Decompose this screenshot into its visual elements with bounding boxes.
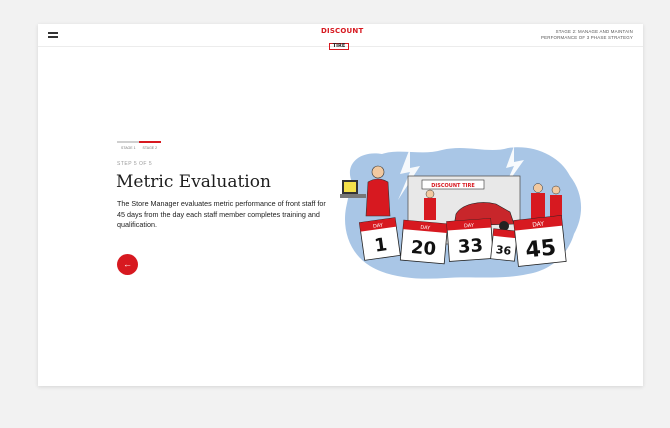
svg-text:DAY: DAY bbox=[464, 223, 475, 230]
store-sign-text: DISCOUNT TIRE bbox=[431, 183, 475, 189]
calendar-day-33: 33 bbox=[457, 235, 483, 258]
progress-track bbox=[117, 141, 161, 143]
page-title: Metric Evaluation bbox=[116, 172, 271, 192]
logo-text-top: DISCOUNT bbox=[321, 27, 364, 35]
logo-text-bottom: TIRE bbox=[328, 43, 350, 50]
stage-label-1[interactable]: STAGE 1 bbox=[121, 146, 136, 150]
progress-fill bbox=[139, 141, 161, 143]
calendar-day-36: 36 bbox=[495, 243, 512, 258]
calendar-page-1: DAY 1 bbox=[358, 217, 401, 261]
calendar-page-45: DAY 45 bbox=[513, 215, 567, 267]
arrow-left-icon: ← bbox=[123, 259, 132, 269]
content-card: DISCOUNT TIRE STAGE 2: MANAGE AND MAINTA… bbox=[38, 24, 643, 386]
hamburger-menu-icon[interactable] bbox=[48, 32, 58, 38]
metric-evaluation-illustration: DISCOUNT TIRE DAY 1 DAY 20 DAY 33 36 DAY… bbox=[340, 146, 582, 279]
calendar-page-20: DAY 20 bbox=[399, 219, 449, 265]
calendar-page-36: 36 bbox=[490, 228, 519, 262]
stage-title-line-2: PERFORMANCE OF 3 PHASE STRATEGY bbox=[541, 35, 633, 40]
calendar-page-33: DAY 33 bbox=[446, 218, 494, 262]
top-bar: DISCOUNT TIRE STAGE 2: MANAGE AND MAINTA… bbox=[38, 24, 643, 50]
stage-title: STAGE 2: MANAGE AND MAINTAIN PERFORMANCE… bbox=[541, 29, 633, 41]
step-counter: STEP 5 OF 5 bbox=[117, 161, 153, 167]
svg-text:DAY: DAY bbox=[532, 220, 545, 228]
discount-tire-logo[interactable]: DISCOUNT TIRE bbox=[321, 27, 364, 50]
calendar-day-20: 20 bbox=[410, 237, 437, 260]
stage-labels: STAGE 1 STAGE 2 bbox=[121, 146, 163, 150]
stage-progress: STAGE 1 STAGE 2 bbox=[117, 141, 161, 150]
stage-label-2[interactable]: STAGE 2 bbox=[143, 146, 158, 150]
back-arrow-button[interactable]: ← bbox=[117, 254, 138, 275]
calendar-day-45: 45 bbox=[524, 235, 557, 263]
svg-text:DAY: DAY bbox=[420, 225, 431, 232]
step-description: The Store Manager evaluates metric perfo… bbox=[117, 199, 326, 229]
